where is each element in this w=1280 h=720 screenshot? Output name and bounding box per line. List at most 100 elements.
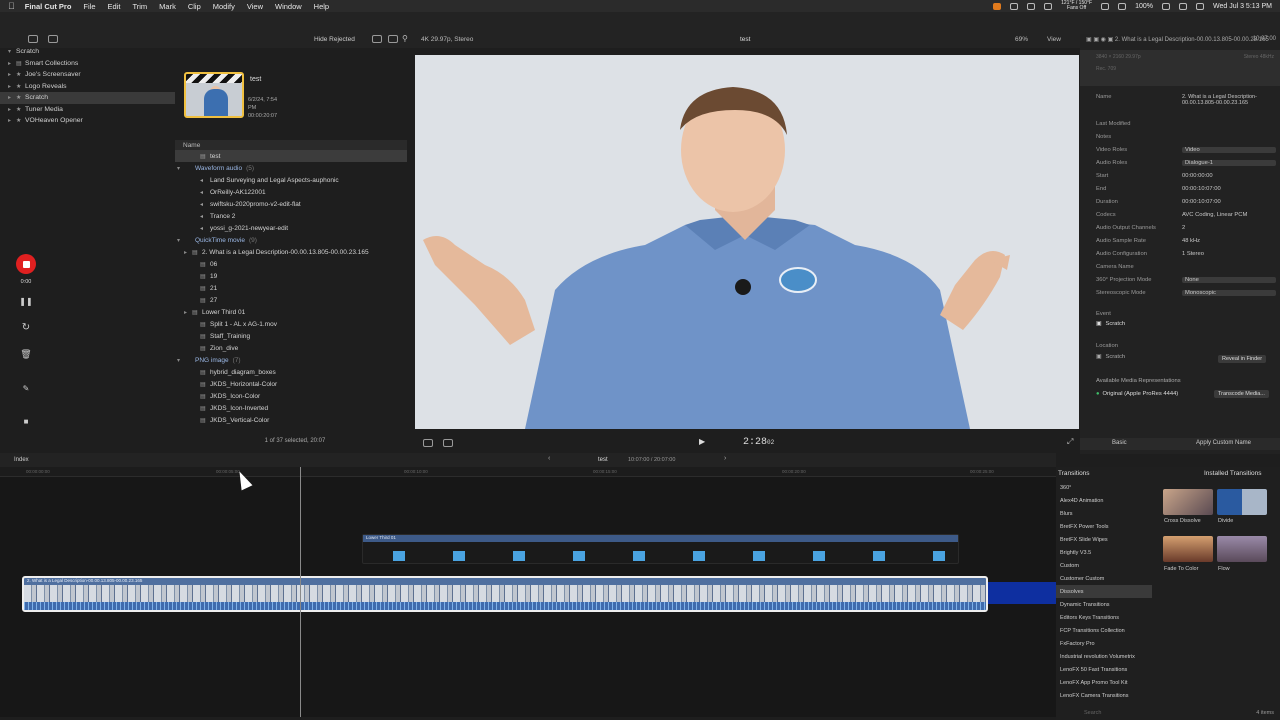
browser-group-row[interactable]: ▾ Waveform audio (5) <box>175 162 407 174</box>
transition-category[interactable]: LenoFX 50 Fast Transitions <box>1056 663 1152 676</box>
apply-custom-name-button[interactable]: Apply Custom Name <box>1196 440 1251 446</box>
transition-category[interactable]: Blurs <box>1056 507 1152 520</box>
menubar-clock[interactable]: Wed Jul 3 5:13 PM <box>1213 3 1272 10</box>
dropbox-icon[interactable] <box>1044 2 1053 10</box>
cloud-icon[interactable] <box>1101 2 1110 10</box>
field-value[interactable]: Dialogue-1 <box>1182 160 1276 166</box>
transition-category[interactable]: LenoFX Camera Transitions <box>1056 689 1152 702</box>
primary-clip[interactable]: 2. What is a Legal Description-00.00.13.… <box>22 576 988 612</box>
browser-row[interactable]: ▤ 06 <box>175 258 407 270</box>
browser-group-row[interactable]: ▾ PNG image (7) <box>175 354 407 366</box>
browser-row[interactable]: ▤ 27 <box>175 294 407 306</box>
video-viewer[interactable] <box>415 55 1079 429</box>
transcode-media-button[interactable]: Transcode Media... <box>1214 390 1269 398</box>
browser-row[interactable]: ◂ Land Surveying and Legal Aspects-auphon… <box>175 174 407 186</box>
menu-mark[interactable]: Mark <box>159 2 176 11</box>
search-icon[interactable]: ⚲ <box>402 34 408 43</box>
field-value[interactable]: 00:00:10:07:00 <box>1182 186 1276 192</box>
info-tab-icon[interactable]: ▣ ▣ ◉ ▣ <box>1086 37 1115 43</box>
flow-thumbnail[interactable] <box>1217 536 1267 562</box>
record-button[interactable] <box>16 254 36 274</box>
library-item[interactable]: ▸ ★ Logo Reveals <box>0 81 175 93</box>
field-value[interactable]: 00:00:00:00 <box>1182 173 1276 179</box>
recording-status-icon[interactable] <box>993 2 1002 10</box>
browser-row[interactable]: ▤ Split 1 - AL x AG-1.mov <box>175 318 407 330</box>
annotate-icon[interactable]: ✎ <box>17 379 35 397</box>
browser-row[interactable]: ▤ Staff_Training <box>175 330 407 342</box>
browser-row[interactable]: ▤ test <box>175 150 407 162</box>
field-value[interactable]: Monoscopic <box>1182 290 1276 296</box>
transition-category[interactable]: LenoFX App Promo Tool Kit <box>1056 676 1152 689</box>
zoom-level[interactable]: 69% <box>1015 36 1028 43</box>
library-item[interactable]: ▸ ★ VOHeaven Opener <box>0 115 175 127</box>
field-value[interactable]: None <box>1182 277 1276 283</box>
photos-icon[interactable] <box>48 35 58 43</box>
field-value[interactable]: AVC Coding, Linear PCM <box>1182 212 1276 218</box>
disclosure-icon[interactable]: ▾ <box>177 357 185 364</box>
field-value[interactable]: 2. What is a Legal Description-00.00.13.… <box>1182 94 1276 106</box>
transition-category[interactable]: Brightly V3.5 <box>1056 546 1152 559</box>
disclosure-icon[interactable]: ▾ <box>177 165 185 172</box>
browser-row[interactable]: ▤ JKDS_Vertical-Color <box>175 414 407 426</box>
lower-third-clip[interactable]: Lower Third 01 <box>362 534 959 564</box>
library-item[interactable]: ▸ ★ Tuner Media <box>0 104 175 116</box>
browser-row[interactable]: ▤ 21 <box>175 282 407 294</box>
disclosure-icon[interactable]: ▸ <box>184 309 192 316</box>
menu-app[interactable]: Final Cut Pro <box>25 2 72 11</box>
transition-category[interactable]: BretFX Slide Wipes <box>1056 533 1152 546</box>
library-item[interactable]: ▸ ★ Joe's Screensaver <box>0 69 175 81</box>
browser-row[interactable]: ▤ JKDS_Icon-Color <box>175 390 407 402</box>
timecode-display[interactable]: 2:2802 <box>743 437 774 448</box>
gear-icon[interactable] <box>388 35 398 43</box>
metadata-view-select[interactable]: Basic <box>1112 440 1127 446</box>
transition-category[interactable]: Custom <box>1056 559 1152 572</box>
search-icon[interactable] <box>1178 2 1187 10</box>
browser-row[interactable]: ◂ Trance 2 <box>175 210 407 222</box>
playhead[interactable] <box>300 467 301 717</box>
view-menu[interactable]: View <box>1047 36 1061 43</box>
browser-row[interactable]: ▸ ▤ Lower Third 01 <box>175 306 407 318</box>
column-header-name[interactable]: Name <box>175 140 407 150</box>
divide-thumbnail[interactable] <box>1217 489 1267 515</box>
browser-row[interactable]: ▤ 19 <box>175 270 407 282</box>
transition-category[interactable]: Dissolves <box>1056 585 1152 598</box>
field-value[interactable] <box>1182 134 1276 140</box>
field-value[interactable]: 1 Stereo <box>1182 251 1276 257</box>
cross-dissolve-thumbnail[interactable] <box>1163 489 1213 515</box>
field-value[interactable]: 2 <box>1182 225 1276 231</box>
timeline-index-button[interactable]: Index <box>14 457 29 463</box>
browser-row[interactable]: ◂ yossi_g-2021-newyear-edit <box>175 222 407 234</box>
browser-row[interactable]: ▤ hybrid_diagram_boxes <box>175 366 407 378</box>
menu-modify[interactable]: Modify <box>213 2 235 11</box>
menu-trim[interactable]: Trim <box>132 2 147 11</box>
field-value[interactable]: 48 kHz <box>1182 238 1276 244</box>
restart-icon[interactable]: ↻ <box>17 318 35 336</box>
transition-category[interactable]: Customer Custom <box>1056 572 1152 585</box>
browser-row[interactable]: ▤ JKDS_Horizontal-Color <box>175 378 407 390</box>
browser-row[interactable]: ▤ Zion_dive <box>175 342 407 354</box>
forward-arrow-icon[interactable]: › <box>724 455 726 462</box>
battery-text[interactable]: 100% <box>1135 3 1153 10</box>
transition-category[interactable]: 360° <box>1056 481 1152 494</box>
fade-to-color-thumbnail[interactable] <box>1163 536 1213 562</box>
fullscreen-icon[interactable]: ⤢ <box>1067 437 1073 447</box>
disclosure-icon[interactable]: ▸ <box>184 249 192 256</box>
back-arrow-icon[interactable]: ‹ <box>548 455 550 462</box>
menu-clip[interactable]: Clip <box>188 2 201 11</box>
transition-category[interactable]: Alex4D Animation <box>1056 494 1152 507</box>
timeline-ruler[interactable]: 00:00:00:00 00:00:05:00 00:00:10:00 00:0… <box>0 467 1056 477</box>
apple-menu-icon[interactable]:  <box>8 1 15 11</box>
temperature-widget[interactable]: 121°F / 150°F Fans Off <box>1061 1 1092 11</box>
browser-row[interactable]: ▸ ▤ 2. What is a Legal Description-00.00.1… <box>175 246 407 258</box>
library-header[interactable]: ▾ Scratch <box>0 46 175 58</box>
field-value[interactable]: 00:00:10:07:00 <box>1182 199 1276 205</box>
transition-category[interactable]: FCP Transitions Collection <box>1056 624 1152 637</box>
transition-category[interactable]: BretFX Power Tools <box>1056 520 1152 533</box>
browser-group-row[interactable]: ▾ QuickTime movie (9) <box>175 234 407 246</box>
enhance-icon[interactable] <box>443 439 453 447</box>
library-icon[interactable] <box>28 35 38 43</box>
wifi-icon[interactable] <box>1027 2 1036 10</box>
browser-row[interactable]: ◂ OrReilly-AK122001 <box>175 186 407 198</box>
battery-icon[interactable] <box>1161 2 1170 10</box>
clock-icon[interactable] <box>1118 2 1127 10</box>
